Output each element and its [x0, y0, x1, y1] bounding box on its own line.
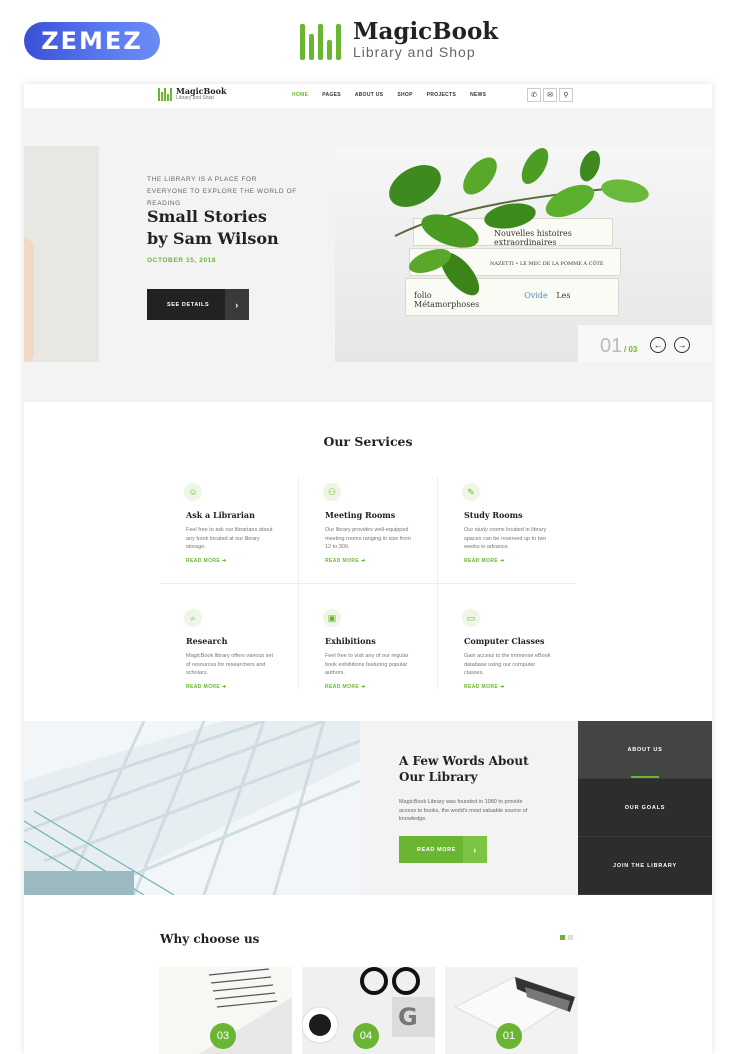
nav-link-news[interactable]: NEWS [470, 92, 486, 98]
top-navigation: MagicBook Library and Shop HOME PAGES AB… [24, 84, 712, 108]
read-more-link[interactable]: READ MORE ➔ [464, 684, 577, 690]
service-desc: Our library provides well-equipped meeti… [325, 527, 411, 550]
about-section: A Few Words About Our Library MagicBook … [24, 721, 712, 895]
tab-join-library[interactable]: JOIN THE LIBRARY [578, 837, 712, 895]
divider [160, 583, 576, 584]
carousel-dots [560, 935, 573, 940]
slide-counter: 01 / 03 ← → [578, 325, 712, 363]
architecture-image [24, 721, 360, 895]
mail-icon[interactable]: ✉ [543, 88, 557, 102]
about-title-line1: A Few Words About [399, 754, 529, 768]
brand-mark-icon [300, 20, 341, 60]
service-ask-librarian: ☺ Ask a Librarian Feel free to ask our l… [160, 477, 299, 583]
about-title-line2: Our Library [399, 770, 478, 784]
zemez-logo[interactable]: ZEMEZ [24, 22, 160, 60]
about-text: MagicBook Library was founded in 1980 to… [399, 799, 528, 822]
about-title: A Few Words About Our Library [399, 753, 539, 785]
hero-title-line1: Small Stories [147, 207, 267, 226]
read-more-link[interactable]: READ MORE ➔ [325, 684, 438, 690]
nav-link-shop[interactable]: SHOP [397, 92, 412, 98]
service-exhibitions: ▣ Exhibitions Feel free to visit any of … [299, 603, 438, 709]
slide-total: / 03 [624, 345, 638, 354]
services-grid: ☺ Ask a Librarian Feel free to ask our l… [160, 477, 577, 690]
carousel-dot[interactable] [568, 935, 573, 940]
nav-logo[interactable]: MagicBook Library and Shop [158, 87, 227, 101]
why-title: Why choose us [160, 932, 260, 946]
service-desc: Our study rooms located in library space… [464, 527, 547, 550]
study-icon: ✎ [462, 483, 480, 501]
read-more-link[interactable]: READ MORE ➔ [464, 558, 577, 564]
website-preview: MagicBook Library and Shop HOME PAGES AB… [24, 84, 712, 1054]
svg-text:G: G [398, 1003, 418, 1031]
about-tabs: ABOUT US OUR GOALS JOIN THE LIBRARY [578, 721, 712, 895]
service-desc: Feel free to visit any of our regular bo… [325, 653, 409, 676]
phone-icon[interactable]: ✆ [527, 88, 541, 102]
read-more-link[interactable]: READ MORE ➔ [186, 558, 299, 564]
tab-our-goals[interactable]: OUR GOALS [578, 779, 712, 837]
service-desc: Feel free to ask our librarians about an… [186, 527, 273, 550]
nav-links: HOME PAGES ABOUT US SHOP PROJECTS NEWS [292, 92, 486, 98]
magicbook-brand: MagicBook Library and Shop [300, 20, 498, 60]
card-number: 01 [496, 1023, 522, 1049]
hero-slider: THE LIBRARY IS A PLACE FOR EVERYONE TO E… [24, 108, 712, 402]
service-study-rooms: ✎ Study Rooms Our study rooms located in… [438, 477, 577, 583]
nav-link-home[interactable]: HOME [292, 92, 308, 98]
nav-contact-icons: ✆ ✉ ⚲ [527, 88, 573, 102]
service-name: Ask a Librarian [186, 510, 255, 520]
why-card[interactable]: G 04 [302, 967, 435, 1054]
architecture-illustration [24, 721, 360, 895]
service-name: Computer Classes [464, 636, 545, 646]
slide-current: 01 [600, 335, 623, 357]
computer-icon: ▭ [462, 609, 480, 627]
hero-eyebrow: THE LIBRARY IS A PLACE FOR EVERYONE TO E… [147, 176, 297, 207]
brand-title: MagicBook [353, 18, 499, 45]
nav-link-projects[interactable]: PROJECTS [427, 92, 456, 98]
next-arrow-icon[interactable]: → [674, 337, 690, 353]
service-desc: MagicBook library offers various set of … [186, 653, 274, 676]
meeting-icon: ⚇ [323, 483, 341, 501]
service-research: ⌕ Research MagicBook library offers vari… [160, 603, 299, 709]
service-computer-classes: ▭ Computer Classes Gain access to the im… [438, 603, 577, 709]
read-more-link[interactable]: READ MORE ➔ [186, 684, 299, 690]
nav-link-about[interactable]: ABOUT US [355, 92, 384, 98]
hero-title: Small Stories by Sam Wilson [147, 206, 327, 250]
read-more-button[interactable]: READ MORE › [399, 836, 487, 863]
hero-title-line2: by Sam Wilson [147, 229, 279, 248]
service-name: Research [186, 636, 228, 646]
exhibitions-icon: ▣ [323, 609, 341, 627]
why-card[interactable]: 01 [445, 967, 578, 1054]
hero-side-image [24, 146, 99, 362]
service-name: Exhibitions [325, 636, 376, 646]
hero-date: OCTOBER 15, 2018 [147, 257, 217, 264]
see-details-label: SEE DETAILS [167, 301, 210, 308]
read-more-link[interactable]: READ MORE ➔ [325, 558, 438, 564]
carousel-dot[interactable] [560, 935, 565, 940]
librarian-icon: ☺ [184, 483, 202, 501]
service-desc: Gain access to the immense eBook databas… [464, 653, 551, 676]
chevron-right-icon: › [463, 836, 487, 863]
read-more-label: READ MORE [417, 846, 457, 853]
prev-arrow-icon[interactable]: ← [650, 337, 666, 353]
card-number: 03 [210, 1023, 236, 1049]
brand-subtitle: Library and Shop [353, 44, 476, 60]
location-icon[interactable]: ⚲ [559, 88, 573, 102]
service-name: Study Rooms [464, 510, 523, 520]
nav-link-pages[interactable]: PAGES [322, 92, 341, 98]
tab-about-us[interactable]: ABOUT US [578, 721, 712, 779]
card-number: 04 [353, 1023, 379, 1049]
why-card[interactable]: 03 [159, 967, 292, 1054]
service-name: Meeting Rooms [325, 510, 396, 520]
see-details-button[interactable]: SEE DETAILS › [147, 289, 249, 320]
services-title: Our Services [323, 434, 413, 449]
research-icon: ⌕ [184, 609, 202, 627]
logo-mark-icon [158, 87, 172, 101]
chevron-right-icon: › [225, 289, 249, 320]
service-meeting-rooms: ⚇ Meeting Rooms Our library provides wel… [299, 477, 438, 583]
nav-logo-title: MagicBook [176, 86, 227, 96]
